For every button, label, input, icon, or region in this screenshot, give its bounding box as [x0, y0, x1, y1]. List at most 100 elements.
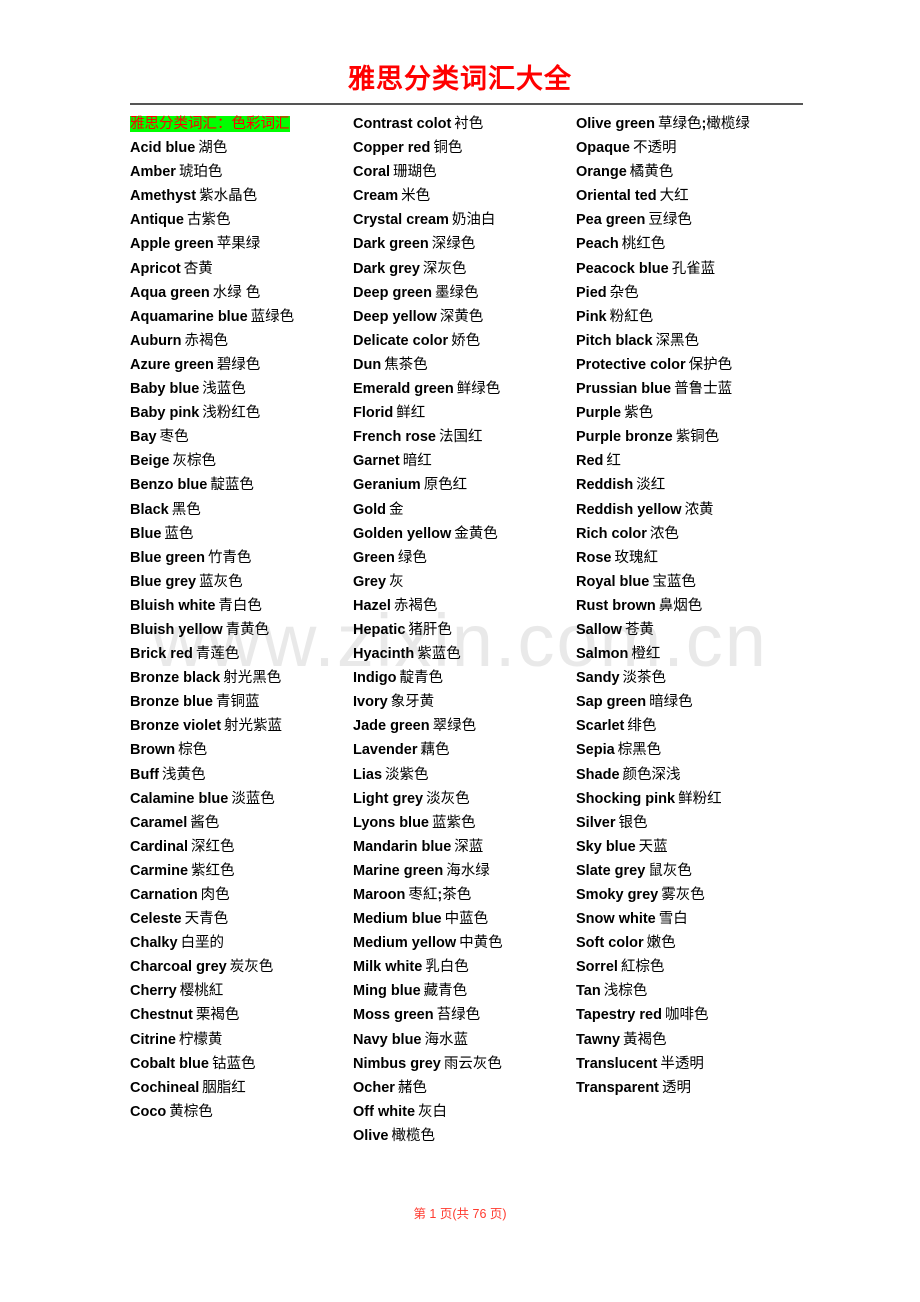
entry-gloss: 水绿 色	[212, 284, 261, 301]
entry-term: Pied	[576, 284, 607, 301]
vocabulary-entry: Smoky grey 雾灰色	[576, 883, 799, 907]
vocabulary-entry: Ivory 象牙黄	[353, 690, 576, 714]
entry-term: Soft color	[576, 935, 644, 952]
vocabulary-entry: Caramel 酱色	[130, 811, 353, 835]
vocabulary-entry: Shade 颜色深浅	[576, 763, 799, 787]
entry-gloss: 灰白	[418, 1103, 448, 1120]
entry-gloss: 衬色	[454, 116, 484, 132]
entry-gloss: 靛蓝色	[210, 477, 254, 494]
entry-term: Navy blue	[353, 1031, 422, 1048]
entry-gloss: 浅棕色	[603, 983, 648, 1000]
entry-term: Purple	[576, 405, 622, 422]
entry-term: Brick red	[130, 646, 193, 663]
entry-term: Hyacinth	[353, 646, 415, 663]
vocabulary-entry: Prussian blue 普鲁士蓝	[576, 377, 799, 401]
entry-term: Marine green	[353, 862, 444, 879]
vocabulary-entry: Blue 蓝色	[130, 522, 353, 546]
entry-term: Lyons blue	[353, 814, 429, 831]
entry-term: Sap green	[576, 694, 647, 711]
entry-gloss: 乳白色	[425, 959, 469, 976]
vocabulary-entry: Sap green 暗绿色	[576, 690, 799, 714]
entry-term: Contrast colot	[353, 116, 452, 132]
entry-term: Pea green	[576, 212, 646, 229]
vocabulary-entry: Dun 焦茶色	[353, 353, 576, 377]
entry-term: Pink	[576, 308, 607, 325]
entry-term: Maroon	[353, 887, 406, 903]
entry-gloss: 淡蓝色	[231, 790, 275, 807]
entry-gloss: 深绿色	[431, 236, 476, 253]
vocabulary-entry: Coral 珊瑚色	[353, 160, 576, 184]
entry-gloss: 娇色	[451, 332, 481, 349]
entry-gloss: 浓黄	[684, 501, 714, 518]
entry-gloss: 酱色	[190, 814, 220, 831]
entry-term: Mandarin blue	[353, 838, 452, 855]
entry-gloss: 肉色	[200, 887, 230, 903]
vocabulary-entry: Pea green 豆绿色	[576, 208, 799, 232]
entry-gloss: 青黄色	[225, 621, 270, 638]
entry-gloss: 深蓝	[454, 838, 484, 855]
vocabulary-entry: Shocking pink 鲜粉红	[576, 787, 799, 811]
vocabulary-entry: Soft color 嫩色	[576, 931, 799, 955]
entry-term: Moss green	[353, 1007, 434, 1024]
entry-gloss: 浅黄色	[162, 766, 206, 783]
vocabulary-entry: Purple bronze 紫铜色	[576, 425, 799, 449]
entry-term: Antique	[130, 212, 184, 229]
vocabulary-entry: Bronze blue 青铜蓝	[130, 690, 353, 714]
entry-gloss: 胭脂红	[202, 1079, 246, 1096]
entry-gloss: 赤褐色	[393, 597, 438, 614]
entry-gloss: 藕色	[420, 742, 450, 759]
entry-term: Garnet	[353, 453, 400, 470]
vocabulary-entry: Oriental ted 大红	[576, 184, 799, 208]
entry-gloss: 鲜粉红	[678, 790, 722, 807]
entry-term: Cochineal	[130, 1079, 200, 1096]
entry-gloss: 淡紫色	[385, 766, 429, 783]
vocabulary-entry: Delicate color 娇色	[353, 329, 576, 353]
entry-term: Purple bronze	[576, 429, 673, 446]
entry-term: Aqua green	[130, 284, 210, 301]
vocabulary-entry: Light grey 淡灰色	[353, 787, 576, 811]
vocabulary-entry: Protective color 保护色	[576, 353, 799, 377]
vocabulary-entry: Lias 淡紫色	[353, 763, 576, 787]
entry-gloss: 绿色	[397, 549, 427, 566]
entry-gloss: 保护色	[688, 356, 733, 373]
entry-term: Dark grey	[353, 260, 420, 277]
vocabulary-entry: Pied 杂色	[576, 281, 799, 305]
vocabulary-entry: Cochineal 胭脂红	[130, 1076, 353, 1100]
vocabulary-columns: 雅思分类词汇：色彩词汇 Acid blue 湖色 Amber 琥珀色 Amethyst 紫…	[130, 112, 810, 1148]
entry-gloss: 黃褐色	[623, 1031, 667, 1048]
entry-term: Brown	[130, 742, 176, 759]
entry-term: Ming blue	[353, 983, 421, 1000]
entry-term: Jade green	[353, 718, 430, 735]
entry-gloss: 海水绿	[446, 862, 490, 879]
entry-gloss: 颜色深浅	[622, 766, 681, 783]
entry-gloss: 苔绿色	[436, 1007, 481, 1024]
entry-term: Nimbus grey	[353, 1055, 441, 1072]
entry-list-1: Acid blue 湖色 Amber 琥珀色 Amethyst 紫水晶色 Antique 古紫…	[130, 136, 353, 1124]
entry-gloss: 半透明	[660, 1055, 704, 1072]
vocabulary-entry: Tawny 黃褐色	[576, 1028, 799, 1052]
entry-gloss: 藏青色	[423, 983, 468, 1000]
vocabulary-entry: Carnation 肉色	[130, 883, 353, 907]
document-page: www.zixin.com.cn 雅思分类词汇大全 雅思分类词汇：色彩词汇 Ac…	[0, 0, 920, 1302]
vocabulary-entry: Sepia 棕黑色	[576, 738, 799, 762]
entry-gloss: 透明	[662, 1079, 691, 1096]
entry-gloss: 鼠灰色	[648, 862, 692, 879]
entry-term: Cobalt blue	[130, 1055, 209, 1072]
entry-gloss: 雪白	[658, 911, 688, 928]
entry-term: Indigo	[353, 670, 397, 687]
vocabulary-entry: Blue green 竹青色	[130, 546, 353, 570]
entry-term: Chalky	[130, 935, 178, 952]
entry-gloss: 天蓝	[638, 838, 668, 855]
entry-term: Hepatic	[353, 621, 406, 638]
entry-term: Cardinal	[130, 838, 189, 855]
entry-gloss: 海水蓝	[424, 1031, 469, 1048]
vocabulary-entry: Rust brown 鼻烟色	[576, 594, 799, 618]
entry-gloss: 橙红	[631, 646, 661, 663]
entry-term: Delicate color	[353, 332, 449, 349]
entry-term: Protective color	[576, 356, 686, 373]
entry-term: Light grey	[353, 790, 424, 807]
vocabulary-entry: Purple 紫色	[576, 401, 799, 425]
vocabulary-entry: Carmine 紫红色	[130, 859, 353, 883]
vocabulary-entry: Ming blue 藏青色	[353, 979, 576, 1003]
vocabulary-entry: Baby pink 浅粉红色	[130, 401, 353, 425]
